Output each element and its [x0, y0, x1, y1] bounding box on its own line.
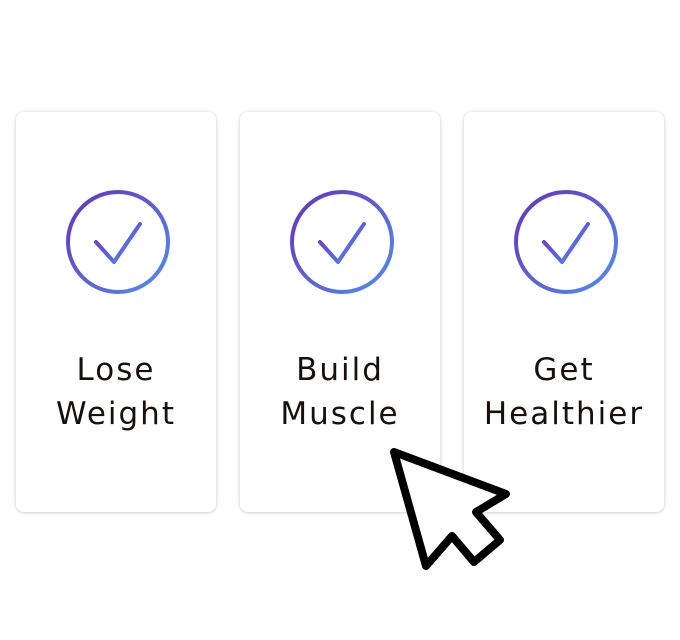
- check-circle-icon: [512, 188, 620, 296]
- goal-label-line: Healthier: [483, 396, 645, 432]
- goal-label: Build Muscle: [240, 348, 440, 436]
- goal-label: Get Healthier: [464, 348, 664, 436]
- goal-card-build-muscle[interactable]: Build Muscle: [240, 112, 440, 512]
- goal-label-line: Get: [533, 352, 595, 388]
- goal-label-line: Lose: [76, 352, 156, 388]
- goal-card-get-healthier[interactable]: Get Healthier: [464, 112, 664, 512]
- goal-label-line: Weight: [55, 396, 176, 432]
- goal-selection-screen: Lose Weight Build Muscle Get Healthier: [0, 0, 680, 640]
- goal-card-lose-weight[interactable]: Lose Weight: [16, 112, 216, 512]
- goal-label: Lose Weight: [16, 348, 216, 436]
- check-circle-icon: [288, 188, 396, 296]
- goal-label-line: Build: [296, 352, 384, 388]
- check-circle-icon: [64, 188, 172, 296]
- goal-label-line: Muscle: [280, 396, 400, 432]
